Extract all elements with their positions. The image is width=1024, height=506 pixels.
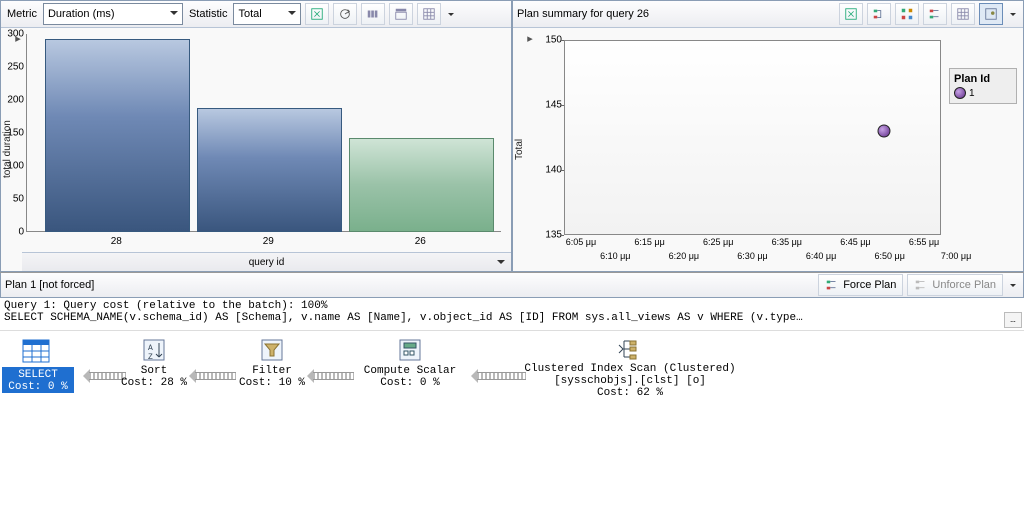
- bar-29[interactable]: [197, 108, 342, 232]
- plan-grid-icon[interactable]: [951, 3, 975, 25]
- select-table-icon: [22, 339, 50, 367]
- unforce-plan-button[interactable]: Unforce Plan: [907, 274, 1003, 296]
- bar-chart: 0 50 100 150 200 250 300 28 29 26: [26, 34, 501, 232]
- refresh2-icon[interactable]: [839, 3, 863, 25]
- grid2-icon[interactable]: [417, 3, 441, 25]
- x-axis-select[interactable]: query id: [22, 252, 511, 271]
- metric-label: Metric: [5, 8, 39, 20]
- right-toolbar: Plan summary for query 26: [513, 1, 1023, 28]
- plan-overflow-icon[interactable]: [1007, 275, 1019, 295]
- plan-icon-c[interactable]: [923, 3, 947, 25]
- plan-icon-a[interactable]: [867, 3, 891, 25]
- grid1-icon[interactable]: [389, 3, 413, 25]
- y-axis2-label: Total: [513, 28, 526, 271]
- refresh-icon[interactable]: [305, 3, 329, 25]
- scatter-chart: 135 140 145 150 6:05 μμ 6:15 μμ 6:25 μμ …: [564, 40, 941, 235]
- expand-query-icon[interactable]: …: [1004, 312, 1022, 328]
- scatter-point-plan1[interactable]: [878, 125, 891, 138]
- duration-chart-panel: Metric Duration (ms) Statistic Total tot…: [0, 0, 512, 272]
- plan-summary-title: Plan summary for query 26: [517, 8, 835, 20]
- auto-refresh-icon[interactable]: [333, 3, 357, 25]
- columns-icon[interactable]: [361, 3, 385, 25]
- plan-icon-b[interactable]: [895, 3, 919, 25]
- chart-view-icon[interactable]: [979, 3, 1003, 25]
- execution-plan[interactable]: SELECT Cost: 0 % AZ Sort Cost: 28 % Filt…: [0, 331, 1024, 491]
- left-toolbar: Metric Duration (ms) Statistic Total: [1, 1, 511, 28]
- op-clustered-index-scan[interactable]: Clustered Index Scan (Clustered) [syssch…: [520, 337, 740, 399]
- legend-title: Plan Id: [954, 73, 1012, 85]
- expand-y2-icon[interactable]: ▸: [526, 28, 534, 271]
- svg-text:Z: Z: [148, 353, 153, 362]
- plan-header: Plan 1 [not forced] Force Plan Unforce P…: [0, 273, 1024, 298]
- metric-select[interactable]: Duration (ms): [43, 3, 183, 25]
- legend-item-1[interactable]: 1: [954, 87, 1012, 99]
- statistic-select[interactable]: Total: [233, 3, 301, 25]
- legend-dot-icon: [954, 87, 966, 99]
- bar-28[interactable]: [45, 39, 190, 232]
- plan-summary-panel: Plan summary for query 26 Total ▸ 135 14…: [512, 0, 1024, 272]
- toolbar-overflow-icon[interactable]: [445, 4, 457, 24]
- op-filter[interactable]: Filter Cost: 10 %: [202, 337, 342, 389]
- op-compute-scalar[interactable]: Compute Scalar Cost: 0 %: [340, 337, 480, 389]
- bar-26[interactable]: [349, 138, 494, 232]
- legend: Plan Id 1: [949, 68, 1017, 271]
- toolbar2-overflow-icon[interactable]: [1007, 4, 1019, 24]
- svg-text:A: A: [148, 344, 153, 353]
- op-select[interactable]: SELECT Cost: 0 %: [2, 367, 74, 393]
- plan-title: Plan 1 [not forced]: [5, 279, 814, 291]
- statistic-label: Statistic: [187, 8, 230, 20]
- query-text: Query 1: Query cost (relative to the bat…: [0, 298, 1024, 331]
- force-plan-button[interactable]: Force Plan: [818, 274, 903, 296]
